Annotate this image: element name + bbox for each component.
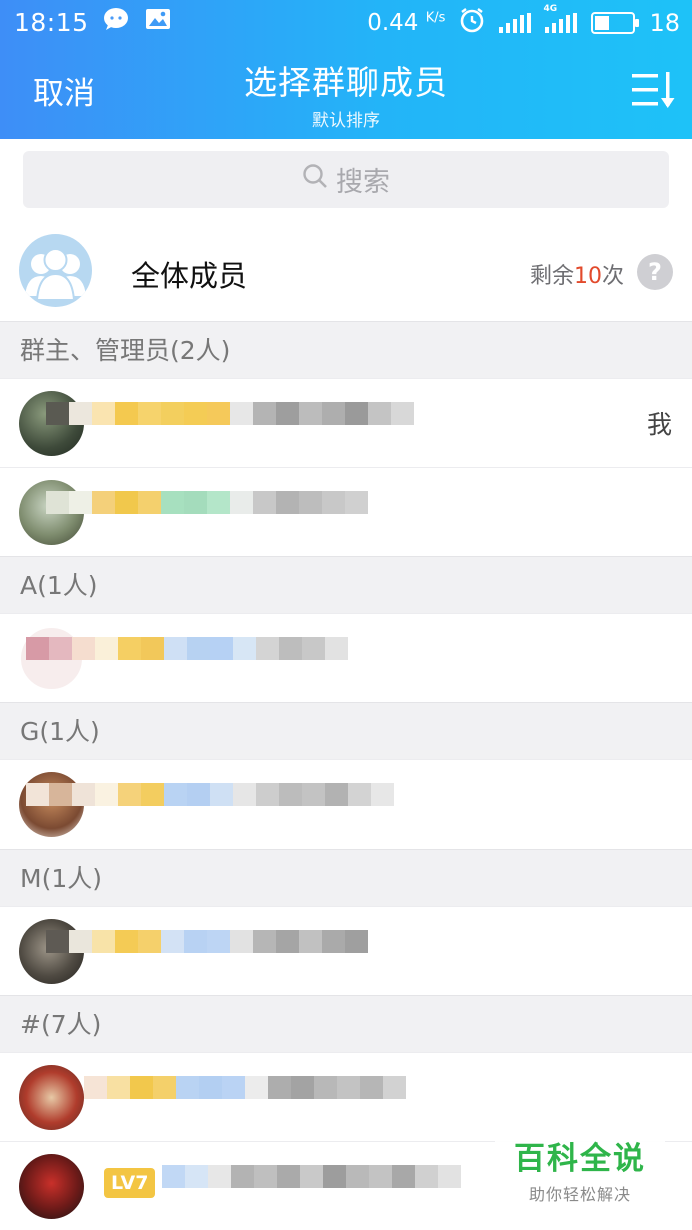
member-row[interactable]	[0, 613, 692, 702]
signal-icon	[499, 13, 532, 33]
network-speed: 0.44 K/s	[367, 10, 446, 36]
sort-list-icon[interactable]	[632, 70, 676, 110]
self-tag: 我	[646, 410, 672, 439]
watermark-subtitle: 助你轻松解决	[528, 1185, 631, 1204]
section-header-g: G(1人)	[0, 702, 692, 759]
member-row[interactable]	[0, 1052, 692, 1141]
avatar	[19, 1065, 84, 1130]
search-icon	[302, 163, 328, 196]
section-header-other: #(7人)	[0, 995, 692, 1052]
alarm-icon	[459, 7, 485, 39]
blurred-member-name	[46, 402, 414, 425]
search-placeholder: 搜索	[336, 167, 390, 198]
blurred-member-name	[46, 930, 368, 953]
blurred-member-name	[26, 637, 348, 660]
search-input[interactable]: 搜索	[23, 151, 669, 208]
battery-level: 18	[649, 9, 680, 37]
section-header-admins: 群主、管理员(2人)	[0, 321, 692, 378]
header-bar: 18:15 0.44 K/s 4G 18 取消 选择群聊成员 默认排序	[0, 0, 692, 139]
member-row[interactable]: 我	[0, 378, 692, 467]
blurred-member-name	[162, 1165, 461, 1188]
member-row[interactable]	[0, 759, 692, 848]
section-header-m: M(1人)	[0, 849, 692, 906]
4g-signal-icon: 4G	[543, 4, 578, 33]
group-avatar-icon	[19, 234, 92, 307]
sort-mode-label[interactable]: 默认排序	[0, 106, 692, 131]
watermark-title: 百科全说	[514, 1141, 646, 1177]
wechat-icon	[103, 7, 131, 37]
avatar	[19, 1154, 84, 1219]
mention-quota: 剩余10次	[529, 264, 624, 289]
all-members-row[interactable]: 全体成员 剩余10次 ?	[0, 222, 692, 320]
help-icon[interactable]: ?	[637, 254, 673, 290]
blurred-member-name	[26, 783, 394, 806]
page-title: 选择群聊成员	[244, 63, 448, 102]
section-header-a: A(1人)	[0, 556, 692, 613]
battery-icon	[591, 12, 640, 34]
level-badge: LV7	[104, 1168, 156, 1198]
status-bar: 18:15 0.44 K/s 4G 18	[0, 0, 692, 42]
image-icon	[145, 7, 171, 37]
blurred-member-name	[84, 1076, 406, 1099]
blurred-member-name	[46, 491, 368, 514]
status-time: 18:15	[14, 7, 89, 37]
nav-title-block: 选择群聊成员 默认排序	[0, 56, 692, 131]
all-members-label: 全体成员	[131, 259, 248, 293]
member-row[interactable]	[0, 906, 692, 995]
member-row[interactable]	[0, 467, 692, 556]
watermark: 百科全说 助你轻松解决	[495, 1133, 665, 1209]
